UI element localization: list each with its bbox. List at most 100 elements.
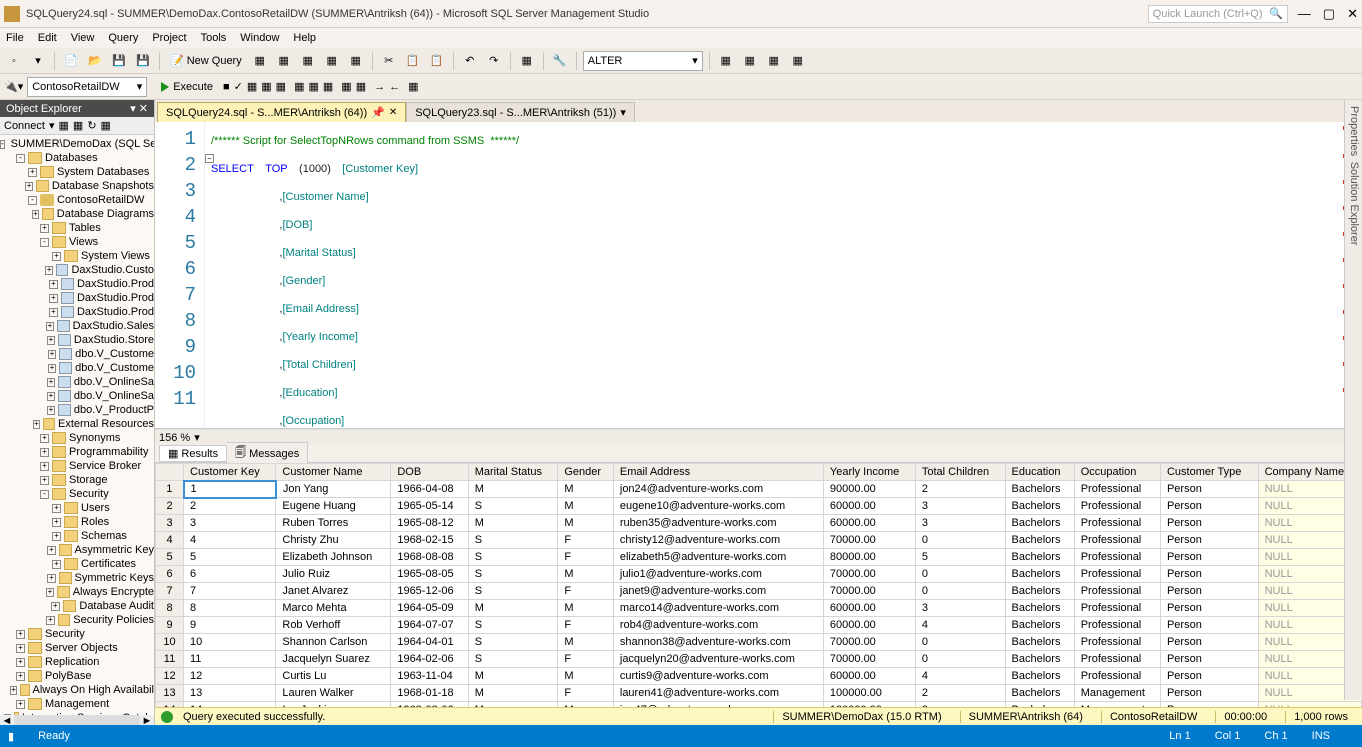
collapse-icon[interactable]: − (205, 154, 214, 163)
row-header[interactable]: 10 (156, 634, 184, 651)
tree-node[interactable]: +Database Audit (0, 599, 154, 613)
expand-icon[interactable]: + (16, 644, 25, 653)
zoom-combo[interactable]: 156 % (159, 432, 190, 444)
menu-file[interactable]: File (6, 32, 24, 44)
cell[interactable]: 3 (915, 600, 1005, 617)
cell[interactable]: Ian Jenkins (276, 702, 391, 708)
cell[interactable]: ian47@adventure-works.com (613, 702, 823, 708)
undo-button[interactable]: ↶ (460, 51, 480, 71)
cell[interactable]: 0 (915, 532, 1005, 549)
expand-icon[interactable]: + (10, 686, 17, 695)
tb-9[interactable]: ▦ (740, 51, 760, 71)
row-header[interactable]: 14 (156, 702, 184, 708)
tree-node[interactable]: +Symmetric Keys (0, 571, 154, 585)
results-tab[interactable]: ▦Results (159, 445, 227, 462)
table-row[interactable]: 55Elizabeth Johnson1968-08-08SFelizabeth… (156, 549, 1362, 566)
menu-tools[interactable]: Tools (201, 32, 227, 44)
menu-window[interactable]: Window (240, 32, 279, 44)
tree-node[interactable]: -Views (0, 235, 154, 249)
cell[interactable]: shannon38@adventure-works.com (613, 634, 823, 651)
cell[interactable]: M (468, 702, 558, 708)
cell[interactable]: Rob Verhoff (276, 617, 391, 634)
cell[interactable]: M (558, 481, 614, 498)
qt-6[interactable]: ▦ (323, 80, 333, 93)
col-header[interactable]: Gender (558, 464, 614, 481)
cell[interactable]: F (558, 549, 614, 566)
col-header[interactable]: Total Children (915, 464, 1005, 481)
cell[interactable]: Bachelors (1005, 549, 1074, 566)
indent-button[interactable]: → (374, 81, 385, 93)
expand-icon[interactable]: + (40, 476, 49, 485)
expand-icon[interactable]: + (49, 280, 58, 289)
cell[interactable]: Person (1160, 515, 1258, 532)
cell[interactable]: S (468, 617, 558, 634)
cell[interactable]: Bachelors (1005, 685, 1074, 702)
cell[interactable]: Person (1160, 498, 1258, 515)
cell[interactable]: Bachelors (1005, 617, 1074, 634)
cell[interactable]: elizabeth5@adventure-works.com (613, 549, 823, 566)
table-row[interactable]: 66Julio Ruiz1965-08-05SMjulio1@adventure… (156, 566, 1362, 583)
cell[interactable]: Lauren Walker (276, 685, 391, 702)
expand-icon[interactable]: + (16, 700, 25, 709)
cell[interactable]: 70000.00 (823, 583, 915, 600)
tb-6[interactable]: ▦ (517, 51, 537, 71)
cell[interactable]: M (558, 600, 614, 617)
tree-node[interactable]: +PolyBase (0, 669, 154, 683)
cell[interactable]: Professional (1074, 651, 1160, 668)
expand-icon[interactable]: - (28, 196, 37, 205)
tree-node[interactable]: +DaxStudio.Prod (0, 291, 154, 305)
tree-node[interactable]: +System Databases (0, 165, 154, 179)
cell[interactable]: jacquelyn20@adventure-works.com (613, 651, 823, 668)
cell[interactable]: Professional (1074, 634, 1160, 651)
row-header[interactable]: 2 (156, 498, 184, 515)
tree-node[interactable]: +Replication (0, 655, 154, 669)
cell[interactable]: 2 (915, 702, 1005, 708)
table-row[interactable]: 88Marco Mehta1964-05-09MMmarco14@adventu… (156, 600, 1362, 617)
cell[interactable]: 9 (184, 617, 276, 634)
cell[interactable]: lauren41@adventure-works.com (613, 685, 823, 702)
object-explorer-header[interactable]: Object Explorer▾ ✕ (0, 100, 154, 117)
expand-icon[interactable]: + (40, 462, 49, 471)
tree-node[interactable]: +Service Broker (0, 459, 154, 473)
qt-1[interactable]: ▦ (247, 80, 257, 93)
tree-node[interactable]: +Asymmetric Key (0, 543, 154, 557)
cell[interactable]: Management (1074, 702, 1160, 708)
cell[interactable]: 70000.00 (823, 532, 915, 549)
expand-icon[interactable]: + (16, 658, 25, 667)
cell[interactable]: Professional (1074, 515, 1160, 532)
cell[interactable]: Elizabeth Johnson (276, 549, 391, 566)
expand-icon[interactable]: - (0, 140, 5, 149)
redo-button[interactable]: ↷ (484, 51, 504, 71)
stop-button[interactable]: ■ (223, 81, 230, 93)
expand-icon[interactable]: + (16, 672, 25, 681)
table-row[interactable]: 1010Shannon Carlson1964-04-01SMshannon38… (156, 634, 1362, 651)
sql-editor[interactable]: 1234567891011 − /****** Script for Selec… (155, 122, 1362, 429)
expand-icon[interactable]: + (46, 616, 54, 625)
minimize-button[interactable]: — (1298, 6, 1311, 22)
qt-5[interactable]: ▦ (308, 80, 318, 93)
cell[interactable]: Professional (1074, 549, 1160, 566)
menu-edit[interactable]: Edit (38, 32, 57, 44)
quick-launch-input[interactable]: Quick Launch (Ctrl+Q) 🔍 (1148, 5, 1288, 23)
row-header[interactable]: 1 (156, 481, 184, 498)
expand-icon[interactable]: + (40, 434, 49, 443)
cell[interactable]: 10 (184, 634, 276, 651)
cell[interactable]: Professional (1074, 617, 1160, 634)
col-header[interactable]: Occupation (1074, 464, 1160, 481)
expand-icon[interactable]: + (48, 350, 56, 359)
table-row[interactable]: 77Janet Alvarez1965-12-06SFjanet9@advent… (156, 583, 1362, 600)
cell[interactable]: Bachelors (1005, 498, 1074, 515)
expand-icon[interactable]: + (40, 224, 49, 233)
cell[interactable]: Professional (1074, 532, 1160, 549)
fwd-button[interactable]: ▾ (28, 51, 48, 71)
expand-icon[interactable]: + (49, 308, 58, 317)
table-row[interactable]: 1414Ian Jenkins1968-08-06MMian47@adventu… (156, 702, 1362, 708)
row-header[interactable]: 8 (156, 600, 184, 617)
restore-button[interactable]: ▢ (1323, 6, 1335, 22)
cell[interactable]: 12 (184, 668, 276, 685)
connect-button[interactable]: Connect (4, 120, 45, 132)
cell[interactable]: julio1@adventure-works.com (613, 566, 823, 583)
cell[interactable]: S (468, 566, 558, 583)
cell[interactable]: M (468, 668, 558, 685)
tree-node[interactable]: -ContosoRetailDW (0, 193, 154, 207)
